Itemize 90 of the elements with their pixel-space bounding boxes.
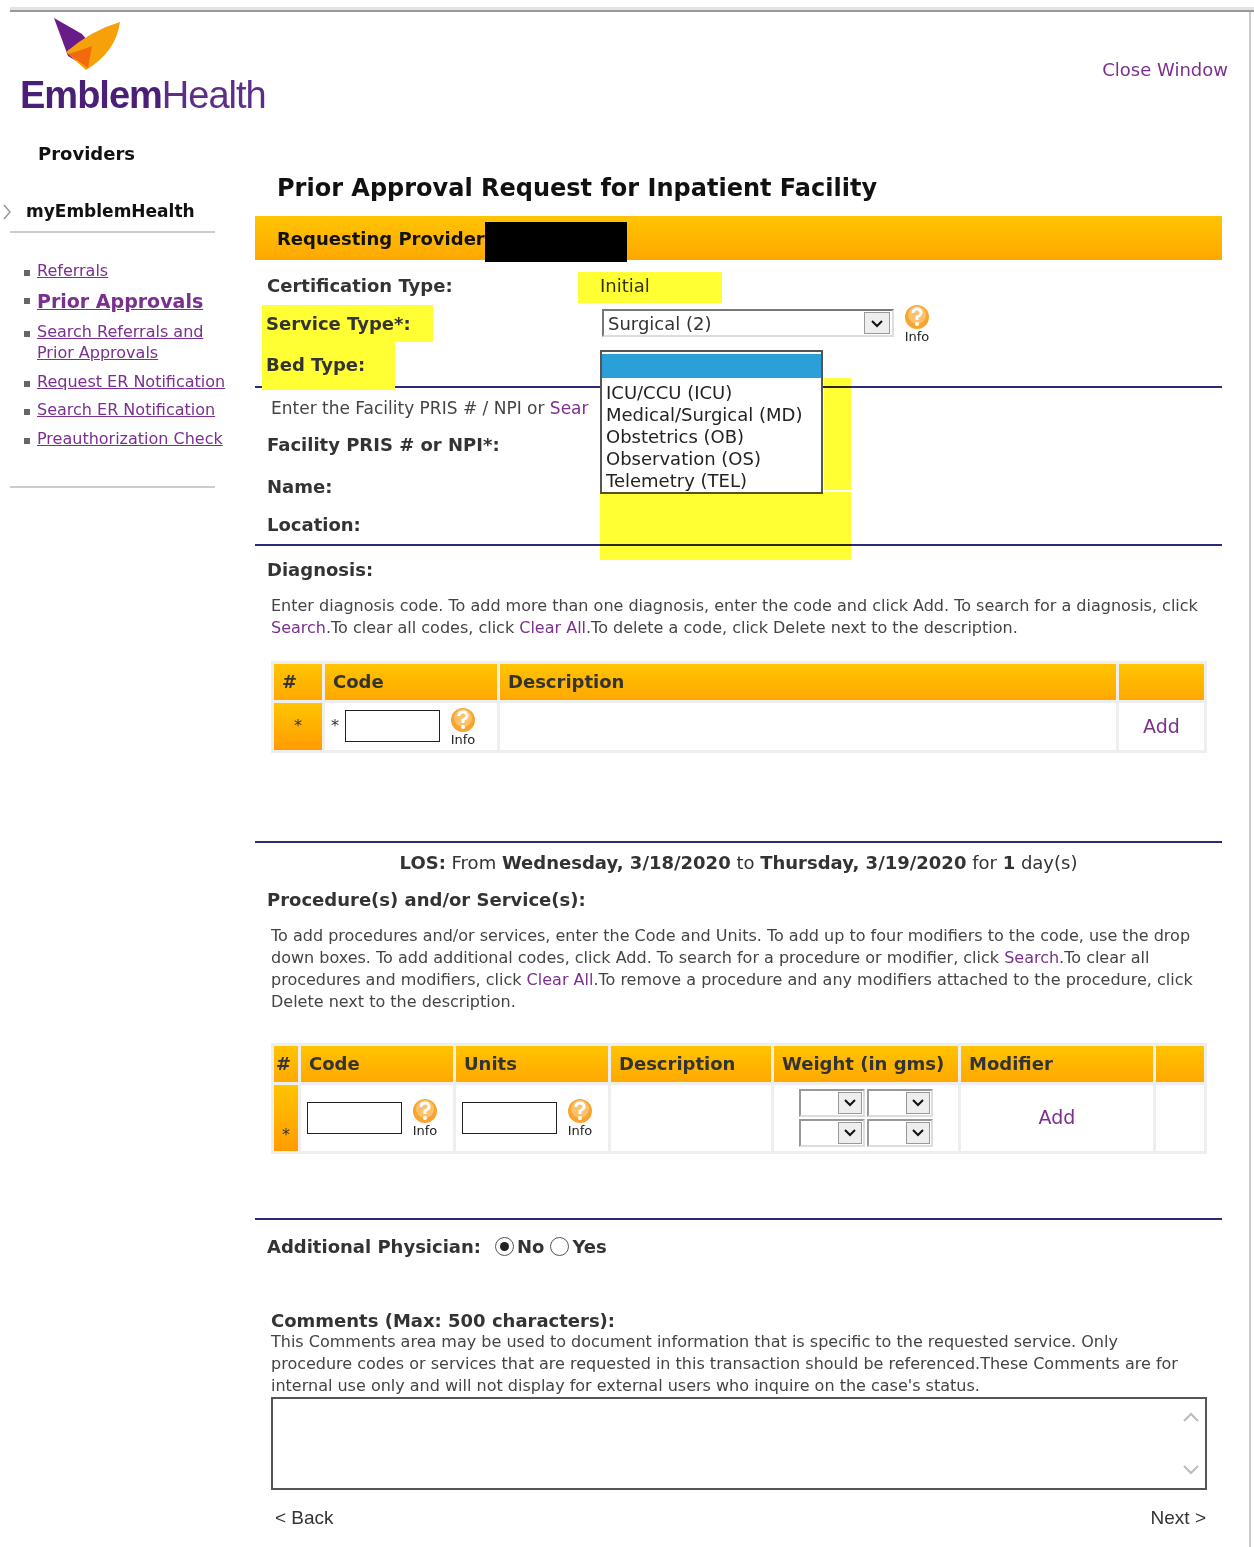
- sidebar-link[interactable]: Preauthorization Check: [37, 429, 223, 450]
- field-label: Service Type*:: [262, 304, 433, 342]
- info-label: Info: [904, 329, 930, 343]
- info-label: Info: [450, 732, 476, 746]
- column-header: Modifier: [961, 1045, 1153, 1082]
- field-value: Initial: [600, 273, 650, 298]
- search-link[interactable]: Clear All: [519, 617, 586, 637]
- sidebar-link[interactable]: Referrals: [37, 260, 109, 282]
- caret-icon: [843, 1127, 857, 1138]
- add-link[interactable]: Add: [1038, 1106, 1076, 1129]
- weight-select[interactable]: [867, 1118, 933, 1147]
- emblem-logo-icon: [52, 16, 122, 72]
- column-header: Units: [456, 1045, 608, 1082]
- caret-icon: [911, 1097, 925, 1108]
- comments-textarea[interactable]: [271, 1397, 1207, 1491]
- search-link[interactable]: Search: [1004, 947, 1060, 967]
- caret-icon: [870, 317, 884, 329]
- help-icon: [450, 706, 476, 733]
- bullet-icon: [24, 331, 30, 337]
- search-link[interactable]: Clear All: [526, 969, 594, 989]
- field-label: Additional Physician:: [267, 1235, 482, 1259]
- help-icon: [904, 303, 930, 330]
- bullet-icon: [24, 298, 30, 305]
- sidebar-heading: Providers: [37, 142, 137, 166]
- required-mark: *: [331, 715, 339, 737]
- bullet-icon: [24, 438, 30, 445]
- scroll-up-icon: [1182, 1411, 1200, 1424]
- info-label: Info: [567, 1124, 593, 1137]
- dropdown-option[interactable]: Telemetry (TEL): [602, 470, 821, 492]
- row-marker: *: [274, 1084, 298, 1151]
- weight-select[interactable]: [799, 1088, 865, 1117]
- dropdown-option[interactable]: Observation (OS): [602, 448, 821, 470]
- bullet-icon: [24, 380, 30, 387]
- weight-select[interactable]: [867, 1088, 933, 1117]
- column-header: #: [274, 1045, 298, 1082]
- sidebar-link[interactable]: Search Referrals and Prior Approvals: [37, 322, 232, 364]
- section-heading: Comments (Max: 500 characters):: [270, 1308, 617, 1332]
- column-header: [1156, 1045, 1204, 1082]
- page-title: Prior Approval Request for Inpatient Facility: [277, 173, 879, 204]
- code-input[interactable]: [307, 1101, 402, 1134]
- column-header: #: [274, 663, 322, 700]
- caret-icon: [843, 1097, 857, 1108]
- column-header: Code: [325, 663, 497, 700]
- instruction-text: To add procedures and/or services, enter the Code and Units. To add up to four modifiers to the code, use the drop down boxes. To add additional codes, click Add. To search for a procedure or modifier, click Search.To clear all procedures and modifiers, click Clear All.To remove a procedure and any modifiers attached to the procedure, click Delete next to the description.: [270, 924, 1194, 1013]
- section-title: Requesting Provider: [277, 226, 485, 251]
- back-link[interactable]: < Back: [275, 1504, 334, 1533]
- caret-icon: [911, 1127, 925, 1138]
- bed-type-dropdown-menu[interactable]: ICU/CCU (ICU) Medical/Surgical (MD) Obstetrics (OB) Observation (OS) Telemetry (TEL): [600, 350, 823, 494]
- close-window-link[interactable]: Close Window: [1102, 56, 1228, 140]
- section-heading: Procedure(s) and/or Service(s):: [266, 887, 587, 912]
- sidebar-link[interactable]: Search ER Notification: [37, 400, 216, 422]
- code-input[interactable]: [345, 710, 440, 742]
- instruction-text: Enter diagnosis code. To add more than one diagnosis, enter the code and click Add. To search for a diagnosis, click Search.To clear all codes, click Clear All.To delete a code, click Delete next to the description.: [270, 594, 1199, 639]
- column-header: Description: [611, 1045, 771, 1082]
- instruction-text: Enter the Facility PRIS # / NPI or Sear: [271, 397, 589, 420]
- help-icon: [567, 1098, 593, 1124]
- radio-button[interactable]: [550, 1237, 570, 1256]
- sidebar-link[interactable]: Prior Approvals: [37, 289, 204, 314]
- sidebar-link[interactable]: Request ER Notification: [37, 371, 226, 393]
- brand-logo: EmblemHealth: [20, 76, 266, 114]
- search-link[interactable]: Search: [271, 617, 326, 637]
- info-label: Info: [412, 1124, 438, 1137]
- field-label: Facility PRIS # or NPI*:: [267, 433, 500, 457]
- next-link[interactable]: Next >: [1150, 1504, 1206, 1533]
- column-header: Description: [500, 663, 1116, 700]
- service-type-select[interactable]: Surgical (2): [602, 309, 894, 337]
- column-header: Code: [301, 1045, 453, 1082]
- field-label: Name:: [267, 475, 333, 499]
- sidebar-section[interactable]: myEmblemHealth: [26, 199, 195, 225]
- section-heading: Diagnosis:: [266, 557, 375, 582]
- radio-button[interactable]: [495, 1237, 515, 1256]
- chevron-icon: [2, 202, 12, 221]
- column-header: Weight (in gms): [774, 1045, 958, 1082]
- dropdown-option[interactable]: ICU/CCU (ICU): [602, 382, 821, 404]
- scroll-down-icon: [1182, 1464, 1200, 1477]
- weight-select[interactable]: [799, 1118, 865, 1147]
- radio-label: Yes: [572, 1235, 607, 1259]
- bullet-icon: [24, 269, 30, 276]
- dropdown-option[interactable]: Obstetrics (OB): [602, 426, 821, 448]
- field-label: Location:: [267, 513, 361, 537]
- radio-label: No: [517, 1235, 545, 1259]
- row-marker: *: [274, 702, 322, 750]
- los-text: LOS: From Wednesday, 3/18/2020 to Thursday, 3/19/2020 for 1 day(s): [398, 850, 1079, 875]
- instruction-text: This Comments area may be used to document information that is specific to the requested service. Only procedure codes or services that are requested in this transaction should be referenced.These Comments are for internal use only and will not display for external users who inquire on the case's status.: [270, 1331, 1179, 1398]
- help-icon: [412, 1098, 438, 1124]
- bullet-icon: [24, 409, 30, 416]
- dropdown-option[interactable]: Medical/Surgical (MD): [602, 404, 821, 426]
- search-link[interactable]: Sear: [549, 398, 589, 418]
- field-label: Certification Type:: [267, 274, 453, 296]
- units-input[interactable]: [462, 1101, 557, 1134]
